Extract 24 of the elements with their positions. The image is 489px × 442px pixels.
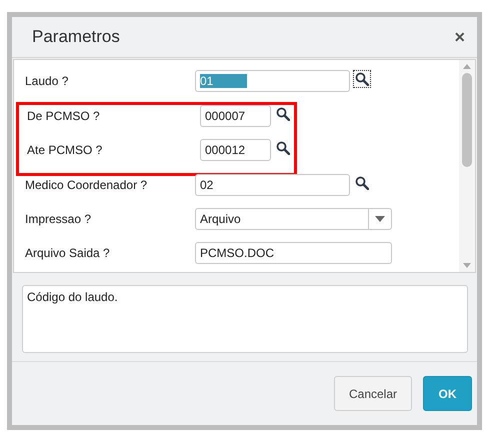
input-field[interactable]: 02 bbox=[195, 174, 350, 196]
field-label: De PCMSO ? bbox=[27, 108, 101, 125]
search-icon bbox=[276, 107, 290, 121]
field-label: Arquivo Saida ? bbox=[25, 245, 111, 262]
search-icon bbox=[276, 141, 290, 155]
dropdown-field[interactable]: Arquivo bbox=[195, 208, 392, 230]
input-field[interactable]: PCMSO.DOC bbox=[195, 242, 392, 264]
field-label: Laudo ? bbox=[25, 73, 70, 90]
search-button[interactable] bbox=[274, 105, 292, 123]
close-button[interactable]: × bbox=[454, 26, 465, 48]
field-label: Ate PCMSO ? bbox=[27, 142, 104, 159]
search-button[interactable] bbox=[274, 139, 292, 157]
field-label: Medico Coordenador ? bbox=[25, 177, 148, 194]
search-button[interactable] bbox=[353, 174, 371, 192]
caret-icon bbox=[375, 216, 385, 222]
search-icon bbox=[355, 176, 369, 190]
dialog-title: Parametros bbox=[32, 27, 120, 47]
help-text: Código do laudo. bbox=[22, 285, 468, 353]
input-field[interactable]: 000012 bbox=[200, 139, 271, 161]
search-icon bbox=[355, 72, 369, 86]
cancel-button[interactable]: Cancelar bbox=[334, 376, 412, 411]
search-button[interactable] bbox=[353, 70, 371, 88]
input-field[interactable]: 000007 bbox=[200, 105, 271, 127]
field-label: Impressao ? bbox=[25, 211, 92, 228]
